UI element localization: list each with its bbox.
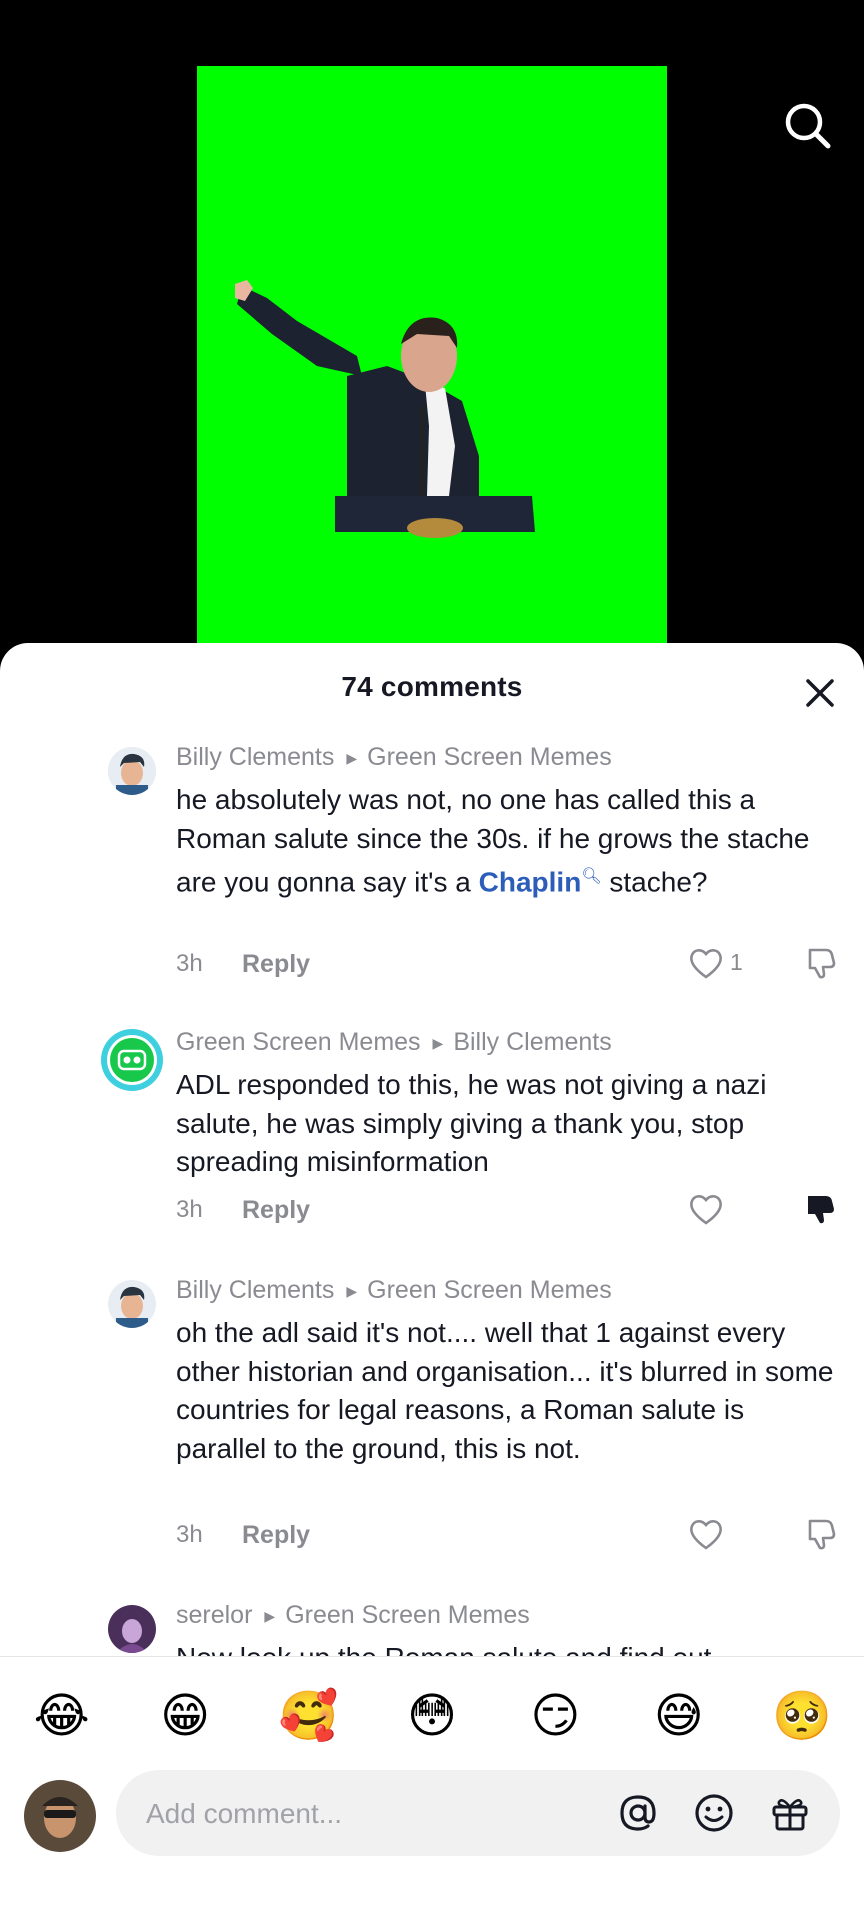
avatar[interactable]: [100, 1028, 164, 1092]
comment-meta: 3h Reply: [176, 950, 310, 978]
comment-text-part: stache?: [601, 866, 708, 898]
comment-count-title: 74 comments: [341, 671, 523, 702]
avatar[interactable]: [108, 1605, 156, 1653]
emoji-laughing[interactable]: 😂: [27, 1687, 97, 1747]
reply-button[interactable]: Reply: [242, 950, 310, 979]
heart-icon[interactable]: [688, 1192, 724, 1226]
comment-time: 3h: [176, 1521, 203, 1548]
emoji-smirk[interactable]: 😏: [520, 1687, 590, 1747]
thumbs-down-filled-icon[interactable]: [804, 1192, 838, 1226]
avatar[interactable]: [108, 747, 156, 795]
emoji-pleading[interactable]: 🥺: [767, 1687, 837, 1747]
comment-meta: 3h Reply: [176, 1196, 310, 1224]
comment-text: oh the adl said it's not.... well that 1…: [176, 1317, 834, 1464]
heart-icon[interactable]: [688, 1517, 724, 1551]
reply-arrow-icon: ▶: [346, 749, 358, 766]
heart-icon[interactable]: [688, 946, 724, 980]
comment-input-box[interactable]: [116, 1770, 840, 1858]
emoji-sweat-smile[interactable]: 😅: [644, 1687, 714, 1747]
video-frame: [197, 66, 667, 660]
comment-time: 3h: [176, 950, 203, 977]
emoji-grinning[interactable]: 😁: [150, 1687, 220, 1747]
gift-icon[interactable]: [768, 1791, 812, 1835]
emoji-picker-icon[interactable]: [692, 1791, 736, 1835]
mention-icon[interactable]: [616, 1791, 660, 1835]
comment-author[interactable]: Billy Clements: [176, 1276, 334, 1304]
emoji-hearts[interactable]: 🥰: [274, 1687, 344, 1747]
comment-text: ADL responded to this, he was not giving…: [176, 1069, 767, 1177]
reply-arrow-icon: ▶: [432, 1034, 444, 1051]
search-link[interactable]: Chaplin: [479, 866, 582, 897]
reply-to-user[interactable]: Green Screen Memes: [367, 743, 612, 771]
comment-header: Billy Clements ▶ Green Screen Memes: [176, 1276, 612, 1305]
reply-arrow-icon: ▶: [346, 1282, 358, 1299]
comment-author[interactable]: Billy Clements: [176, 743, 334, 771]
search-link-icon: 🔍︎: [581, 868, 602, 885]
comment-header: Green Screen Memes ▶ Billy Clements: [176, 1028, 612, 1057]
thumbs-down-icon[interactable]: [804, 1517, 838, 1551]
thumbs-down-icon[interactable]: [804, 946, 838, 980]
close-icon[interactable]: [800, 673, 840, 713]
my-avatar[interactable]: [24, 1780, 96, 1852]
avatar[interactable]: [108, 1280, 156, 1328]
video-player[interactable]: [0, 0, 864, 660]
like-count: 1: [730, 949, 743, 975]
comment-time: 3h: [176, 1196, 203, 1223]
emoji-flushed[interactable]: 😳: [397, 1687, 467, 1747]
reply-to-user[interactable]: Billy Clements: [453, 1028, 611, 1056]
comment-header: Billy Clements ▶ Green Screen Memes: [176, 743, 612, 772]
quick-emoji-bar: 😂 😁 🥰 😳 😏 😅 🥺: [0, 1656, 864, 1777]
reply-to-user[interactable]: Green Screen Memes: [367, 1276, 612, 1304]
search-icon[interactable]: [780, 98, 836, 154]
reply-to-user[interactable]: Green Screen Memes: [285, 1601, 530, 1629]
reply-button[interactable]: Reply: [242, 1196, 310, 1225]
speaker-image: [235, 280, 535, 538]
comment-header: serelor ▶ Green Screen Memes: [176, 1601, 530, 1630]
comment-meta: 3h Reply: [176, 1521, 310, 1549]
reply-button[interactable]: Reply: [242, 1521, 310, 1550]
comment-author[interactable]: serelor: [176, 1601, 252, 1629]
reply-arrow-icon: ▶: [264, 1607, 276, 1624]
comment-author[interactable]: Green Screen Memes: [176, 1028, 421, 1056]
comment-text: he absolutely was not, no one has called…: [176, 781, 836, 902]
comment-input[interactable]: [144, 1770, 588, 1858]
comment-composer: [0, 1770, 864, 1920]
